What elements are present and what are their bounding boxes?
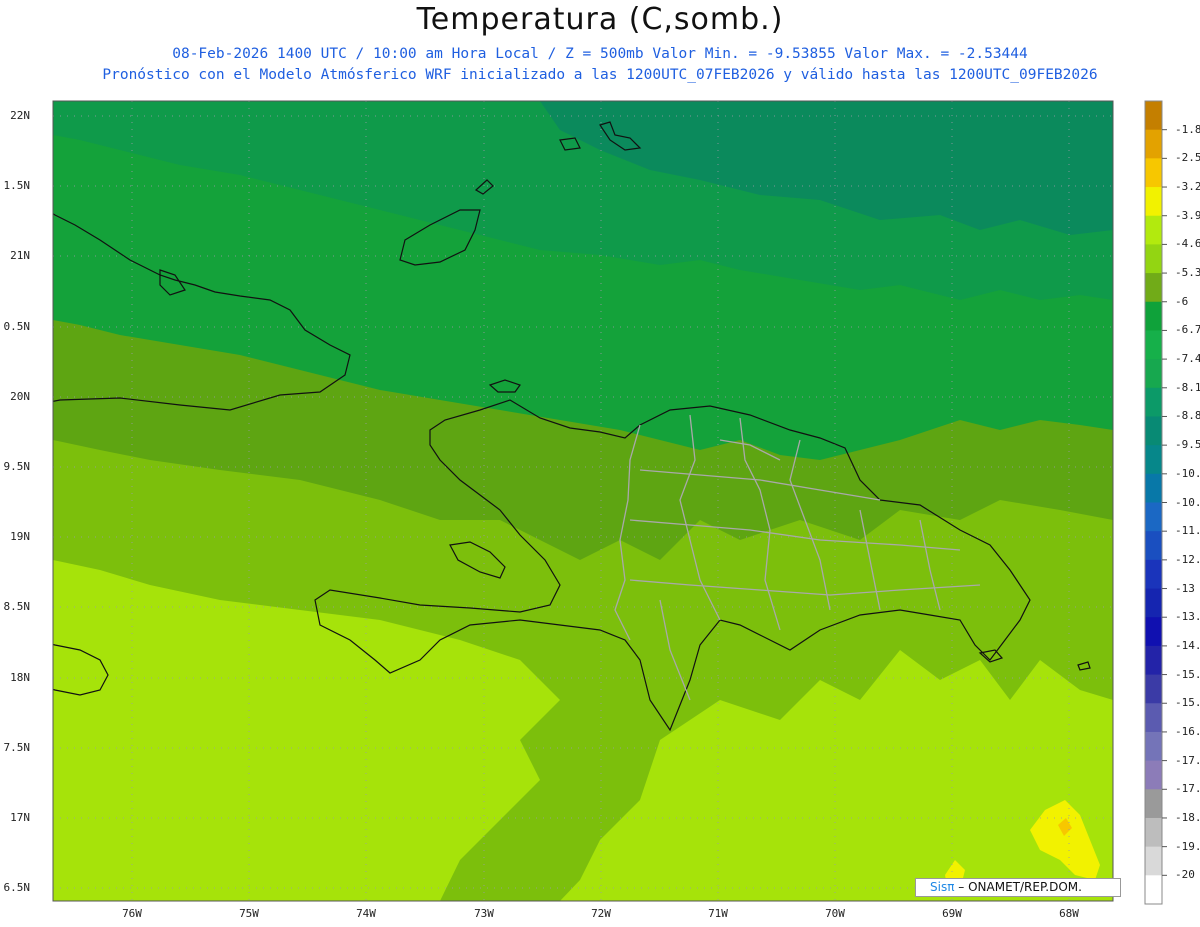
colorbar-swatch bbox=[1145, 875, 1162, 905]
lat-label: 1.5N bbox=[3, 179, 31, 192]
colorbar-swatch bbox=[1145, 187, 1162, 217]
lon-label: 76W bbox=[122, 907, 142, 920]
colorbar-swatch bbox=[1145, 703, 1162, 733]
lon-label: 69W bbox=[942, 907, 962, 920]
colorbar-label: -10.2 bbox=[1175, 466, 1200, 480]
colorbar-swatch bbox=[1145, 789, 1162, 819]
colorbar-swatch bbox=[1145, 817, 1162, 848]
lat-label: 9.5N bbox=[3, 460, 31, 473]
colorbar-label: -6 bbox=[1175, 294, 1189, 308]
colorbar-label: -18.6 bbox=[1175, 810, 1200, 824]
colorbar-label: -11.6 bbox=[1175, 524, 1200, 538]
colorbar-label: -15.8 bbox=[1175, 696, 1200, 710]
colorbar-label: -16.5 bbox=[1175, 724, 1200, 738]
colorbar-swatch bbox=[1145, 215, 1162, 245]
colorbar-swatch bbox=[1145, 359, 1162, 389]
lat-label: 18N bbox=[10, 671, 30, 684]
lat-label: 20N bbox=[10, 390, 30, 403]
colorbar-label: -5.3 bbox=[1175, 266, 1200, 280]
colorbar-label: -8.1 bbox=[1175, 380, 1200, 394]
colorbar-swatch bbox=[1145, 760, 1162, 790]
lat-label: 17N bbox=[10, 811, 30, 824]
lat-label: 8.5N bbox=[3, 600, 31, 613]
colorbar-label: -1.8 bbox=[1175, 122, 1200, 136]
colorbar-label: -8.8 bbox=[1175, 409, 1200, 423]
lat-label: 0.5N bbox=[3, 320, 31, 333]
colorbar-label: -12.3 bbox=[1175, 552, 1200, 566]
lat-label: 6.5N bbox=[3, 881, 31, 894]
colorbar-label: -19.3 bbox=[1175, 839, 1200, 853]
colorbar-label: -2.5 bbox=[1175, 151, 1200, 165]
colorbar-label: -3.9 bbox=[1175, 208, 1200, 222]
colorbar-swatch bbox=[1145, 129, 1162, 159]
lon-label: 75W bbox=[239, 907, 259, 920]
colorbar-swatch bbox=[1145, 330, 1162, 360]
lat-label: 7.5N bbox=[3, 741, 31, 754]
colorbar-swatch bbox=[1145, 588, 1162, 618]
colorbar-label: -15.1 bbox=[1175, 667, 1200, 681]
sistpi-logo: Sisπ bbox=[930, 880, 955, 894]
colorbar-swatch bbox=[1145, 387, 1162, 417]
colorbar-label: -7.4 bbox=[1175, 352, 1200, 366]
temperature-field bbox=[53, 101, 1113, 901]
colorbar-swatch bbox=[1145, 531, 1162, 561]
colorbar-swatch bbox=[1145, 301, 1162, 331]
colorbar-label: -6.7 bbox=[1175, 323, 1200, 337]
colorbar-swatch bbox=[1145, 273, 1162, 303]
lon-label: 68W bbox=[1059, 907, 1079, 920]
colorbar-label: -17.9 bbox=[1175, 782, 1200, 796]
colorbar-label: -9.5 bbox=[1175, 438, 1200, 452]
colorbar-swatch bbox=[1145, 416, 1162, 446]
colorbar bbox=[1144, 100, 1167, 905]
colorbar-swatch bbox=[1145, 731, 1162, 762]
colorbar-swatch bbox=[1145, 617, 1162, 647]
lon-label: 73W bbox=[474, 907, 494, 920]
temperature-map bbox=[52, 100, 1167, 905]
lat-label: 22N bbox=[10, 109, 30, 122]
colorbar-swatch bbox=[1145, 674, 1162, 704]
colorbar-label: -14.4 bbox=[1175, 638, 1200, 652]
colorbar-swatch bbox=[1145, 645, 1162, 676]
colorbar-swatch bbox=[1145, 244, 1162, 274]
colorbar-swatch bbox=[1145, 559, 1162, 590]
lon-label: 74W bbox=[356, 907, 376, 920]
colorbar-label: -3.2 bbox=[1175, 180, 1200, 194]
lat-label: 21N bbox=[10, 249, 30, 262]
colorbar-label: -4.6 bbox=[1175, 237, 1200, 251]
colorbar-label: -13 bbox=[1175, 581, 1195, 595]
lon-label: 71W bbox=[708, 907, 728, 920]
colorbar-swatch bbox=[1145, 445, 1162, 475]
lat-label: 19N bbox=[10, 530, 30, 543]
colorbar-label: -10.9 bbox=[1175, 495, 1200, 509]
colorbar-label: -20 bbox=[1175, 868, 1195, 882]
credit-box: Sisπ – ONAMET/REP.DOM. bbox=[915, 878, 1121, 897]
colorbar-label: -13.7 bbox=[1175, 610, 1200, 624]
lon-label: 72W bbox=[591, 907, 611, 920]
colorbar-swatch bbox=[1145, 101, 1162, 131]
lon-label: 70W bbox=[825, 907, 845, 920]
credit-text: – ONAMET/REP.DOM. bbox=[958, 880, 1082, 894]
colorbar-swatch bbox=[1145, 158, 1162, 188]
colorbar-swatch bbox=[1145, 502, 1162, 532]
colorbar-label: -17.2 bbox=[1175, 753, 1200, 767]
colorbar-swatch bbox=[1145, 846, 1162, 876]
colorbar-swatch bbox=[1145, 473, 1162, 503]
